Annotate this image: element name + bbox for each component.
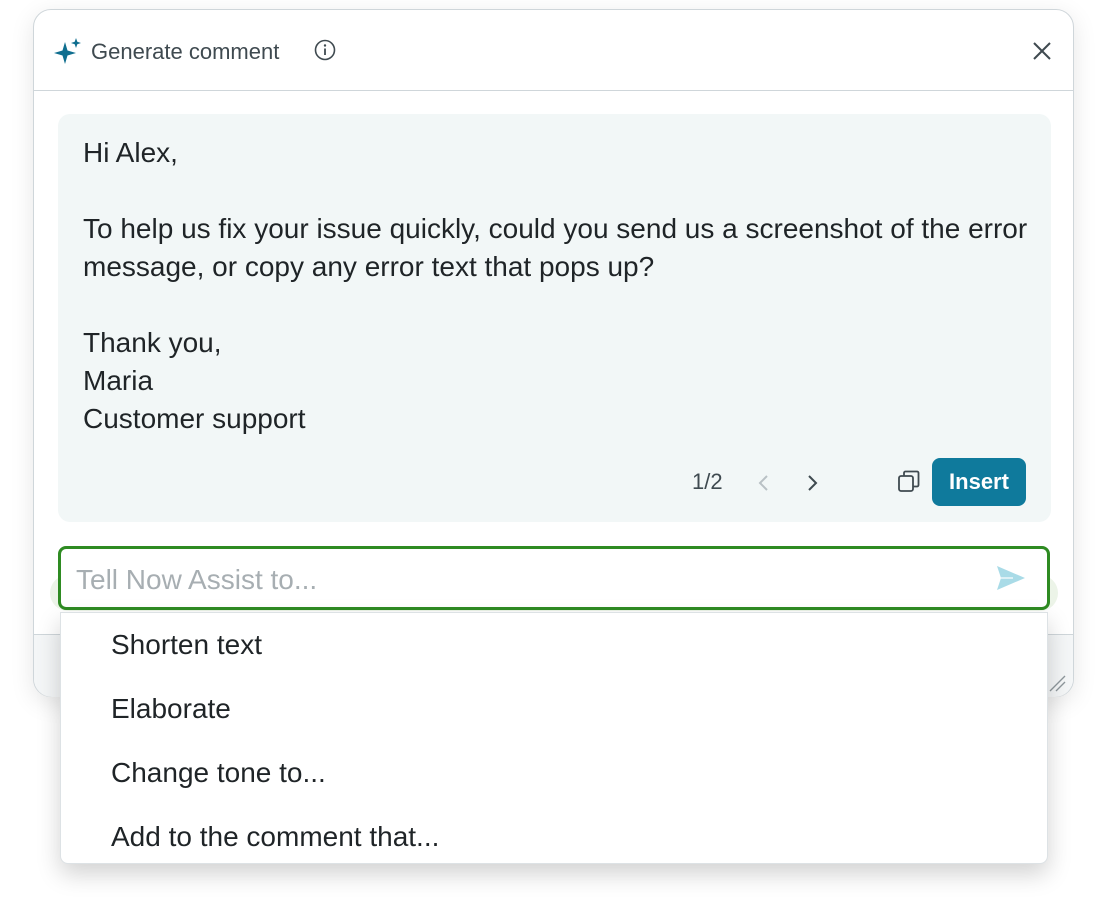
suggestion-add-to-comment[interactable]: Add to the comment that... [61,805,1047,869]
generated-message-text: Hi Alex, To help us fix your issue quick… [83,137,1028,434]
panel-header: Generate comment [34,10,1073,91]
suggestion-elaborate[interactable]: Elaborate [61,677,1047,741]
result-pager: 1/2 [692,469,723,494]
sparkle-icon [54,38,81,64]
panel-title: Generate comment [91,39,280,64]
prompt-box [58,546,1050,610]
resize-handle-icon[interactable] [1047,673,1067,693]
insert-button[interactable]: Insert [932,458,1026,506]
close-icon[interactable] [1030,39,1054,63]
send-icon[interactable] [995,563,1027,593]
copy-icon[interactable] [896,469,922,495]
suggestions-dropdown: Shorten text Elaborate Change tone to...… [60,612,1048,864]
chevron-right-icon[interactable] [802,471,822,495]
chevron-left-icon[interactable] [754,471,774,495]
prompt-input[interactable] [74,557,978,603]
generated-message-card: Hi Alex, To help us fix your issue quick… [58,114,1051,522]
info-icon[interactable] [314,39,336,61]
suggestion-shorten-text[interactable]: Shorten text [61,613,1047,677]
suggestion-change-tone[interactable]: Change tone to... [61,741,1047,805]
